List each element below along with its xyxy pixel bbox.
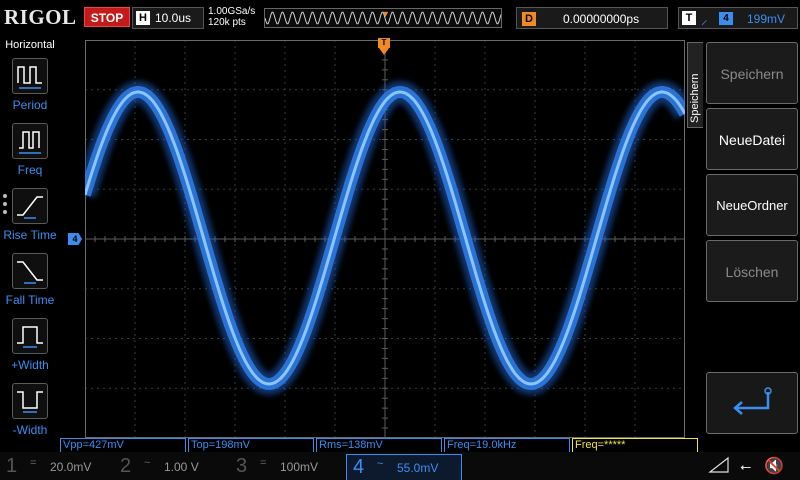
measurement-top[interactable]: Top=198mV <box>188 438 314 452</box>
menu-tab[interactable]: Speichern <box>687 42 703 128</box>
channel-3-number: 3 <box>236 455 248 477</box>
trigger-level: 199mV <box>747 12 786 26</box>
measure-minus-width-button[interactable]: -Width <box>0 383 60 445</box>
measurement-freq[interactable]: Freq=19.0kHz <box>444 438 570 452</box>
horizontal-label: H <box>136 11 150 25</box>
memory-trigger-marker: ▼ <box>381 9 390 19</box>
memory-depth: 120k pts <box>208 17 246 28</box>
channel-3-scale: 100mV <box>280 460 319 474</box>
channel-1-status[interactable]: 1 = 20.0mV <box>0 454 110 480</box>
trigger-position-marker[interactable]: T <box>378 38 390 56</box>
delay-label: D <box>522 12 536 26</box>
ch4-ground-marker[interactable]: 4 <box>68 233 82 245</box>
channel-3-coupling-icon: = <box>260 457 267 469</box>
measurement-vpp[interactable]: Vpp=427mV <box>60 438 186 452</box>
period-icon <box>12 58 48 94</box>
timebase-value: 10.0us <box>155 11 192 25</box>
save-menu: Speichern Speichern NeueDatei NeueOrdner… <box>686 36 800 446</box>
measure-freq-button[interactable]: Freq <box>0 123 60 185</box>
memory-position-bar[interactable]: ▼ <box>264 8 502 28</box>
channel-1-coupling-icon: = <box>30 457 37 469</box>
new-folder-button[interactable]: NeueOrdner <box>706 174 798 236</box>
plus-width-icon <box>12 318 48 354</box>
channel-2-coupling-icon: ~ <box>144 457 151 469</box>
brand-logo: RIGOL <box>4 5 77 29</box>
trigger-position-label: T <box>378 38 390 48</box>
return-icon <box>733 387 772 415</box>
measure-rise-time-button[interactable]: Rise Time <box>0 188 60 250</box>
measure-fall-time-button[interactable]: Fall Time <box>0 253 60 315</box>
trigger-display[interactable]: T ⸝ 4 199mV <box>678 7 798 29</box>
freq-icon <box>12 123 48 159</box>
delay-value: 0.00000000ps <box>563 12 640 26</box>
minus-width-label: -Width <box>12 423 48 437</box>
measure-plus-width-button[interactable]: +Width <box>0 318 60 380</box>
measurement-sidebar: Horizontal Period Freq Rise Time Fall Ti… <box>0 36 60 446</box>
top-status-bar: RIGOL STOP H 10.0us 1.00GSa/s 120k pts ▼… <box>0 0 800 36</box>
delete-button[interactable]: Löschen <box>706 240 798 302</box>
run-stop-button[interactable]: STOP <box>84 7 130 27</box>
channel-3-status[interactable]: 3 = 100mV <box>230 454 340 480</box>
period-label: Period <box>12 98 48 112</box>
channel-4-scale: 55.0mV <box>397 461 439 475</box>
sample-rate: 1.00GSa/s <box>208 6 256 17</box>
menu-tab-label: Speichern <box>689 73 701 123</box>
speaker-muted-icon[interactable]: 🔇 <box>764 456 784 476</box>
channel-4-status[interactable]: 4 ~ 55.0mV <box>346 454 462 480</box>
fall-time-icon <box>12 253 48 289</box>
trigger-source: 4 <box>719 12 733 25</box>
rise-time-icon <box>12 188 48 224</box>
timebase-display[interactable]: H 10.0us <box>132 7 204 29</box>
channel-1-scale: 20.0mV <box>50 460 92 474</box>
delay-display[interactable]: D 0.00000000ps <box>516 7 668 29</box>
usb-icon: ⭠ <box>740 458 752 474</box>
save-button[interactable]: Speichern <box>706 42 798 104</box>
measurement-rms[interactable]: Rms=138mV <box>316 438 442 452</box>
channel-4-number: 4 <box>353 456 365 478</box>
fall-time-label: Fall Time <box>5 293 55 307</box>
return-button[interactable] <box>706 372 798 434</box>
sidebar-title: Horizontal <box>5 39 55 51</box>
channel-2-number: 2 <box>120 455 132 477</box>
rising-edge-icon: ⸝ <box>701 12 708 27</box>
rise-time-label: Rise Time <box>3 228 57 242</box>
channel-2-scale: 1.00 V <box>164 460 199 474</box>
channel-4-coupling-icon: ~ <box>377 458 384 470</box>
minus-width-icon <box>12 383 48 419</box>
channel-status-bar: 1 = 20.0mV 2 ~ 1.00 V 3 = 100mV 4 ~ 55.0… <box>0 452 800 480</box>
trigger-arrow-icon <box>379 48 389 55</box>
new-file-button[interactable]: NeueDatei <box>706 108 798 170</box>
plus-width-label: +Width <box>11 358 49 372</box>
freq-label: Freq <box>17 163 43 177</box>
measure-period-button[interactable]: Period <box>0 58 60 120</box>
trigger-label: T <box>682 11 696 25</box>
channel-2-status[interactable]: 2 ~ 1.00 V <box>114 454 224 480</box>
network-icon <box>708 456 729 473</box>
measurement-freq-ch-off[interactable]: Freq=***** <box>572 438 698 452</box>
waveform-grid[interactable] <box>85 40 685 438</box>
measurement-results-bar: Vpp=427mV Top=198mV Rms=138mV Freq=19.0k… <box>60 438 700 452</box>
channel-1-number: 1 <box>6 455 18 477</box>
